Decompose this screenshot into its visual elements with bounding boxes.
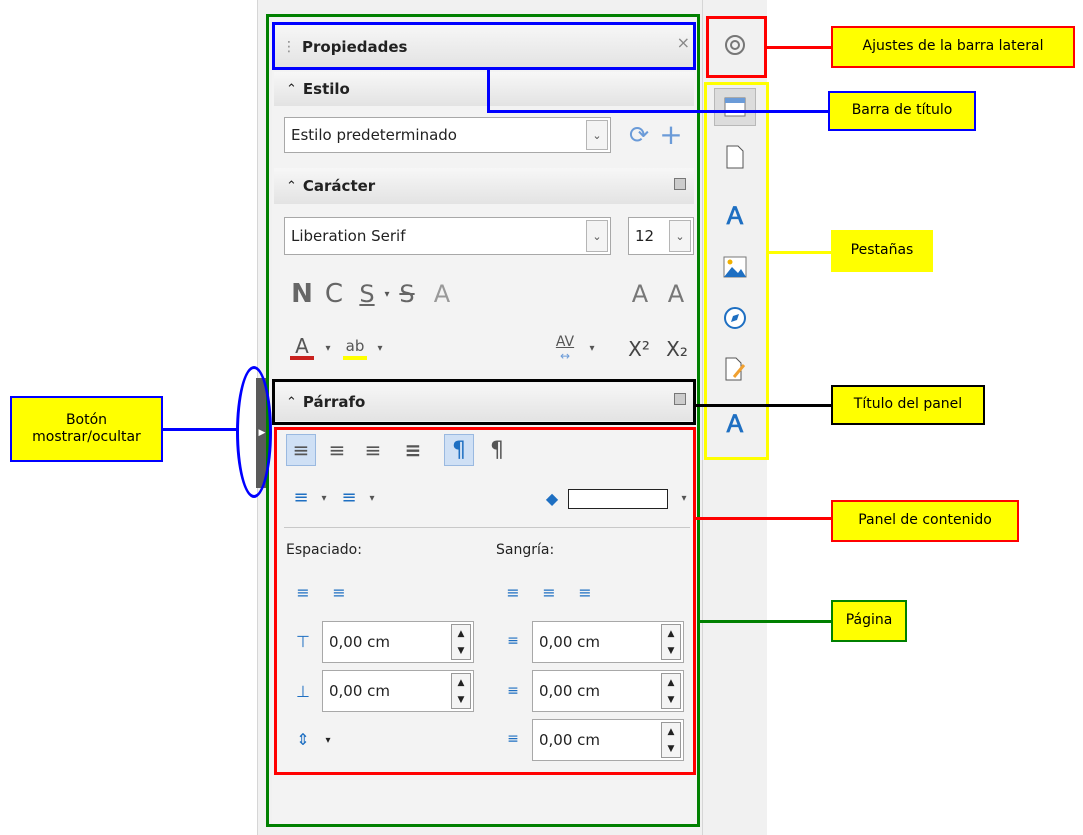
settings-highlight bbox=[706, 16, 767, 78]
toggle-highlight bbox=[236, 366, 272, 498]
connector-page bbox=[700, 620, 831, 623]
callout-page: Página bbox=[831, 600, 907, 642]
callout-settings: Ajustes de la barra lateral bbox=[831, 26, 1075, 68]
callout-panel-title: Título del panel bbox=[831, 385, 985, 425]
connector-titlebar-h bbox=[487, 110, 828, 113]
panel-title-highlight bbox=[272, 379, 696, 425]
connector-settings bbox=[767, 46, 831, 49]
titlebar-highlight bbox=[272, 22, 696, 70]
callout-tabs: Pestañas bbox=[831, 230, 933, 272]
connector-toggle bbox=[163, 428, 239, 431]
connector-titlebar-v bbox=[487, 70, 490, 112]
callout-toggle: Botón mostrar/ocultar bbox=[10, 396, 163, 462]
connector-tabs bbox=[769, 251, 831, 254]
content-highlight bbox=[274, 427, 696, 775]
callout-titlebar: Barra de título bbox=[828, 91, 976, 131]
callout-content: Panel de contenido bbox=[831, 500, 1019, 542]
connector-content bbox=[696, 517, 831, 520]
connector-panel-title bbox=[696, 404, 831, 407]
